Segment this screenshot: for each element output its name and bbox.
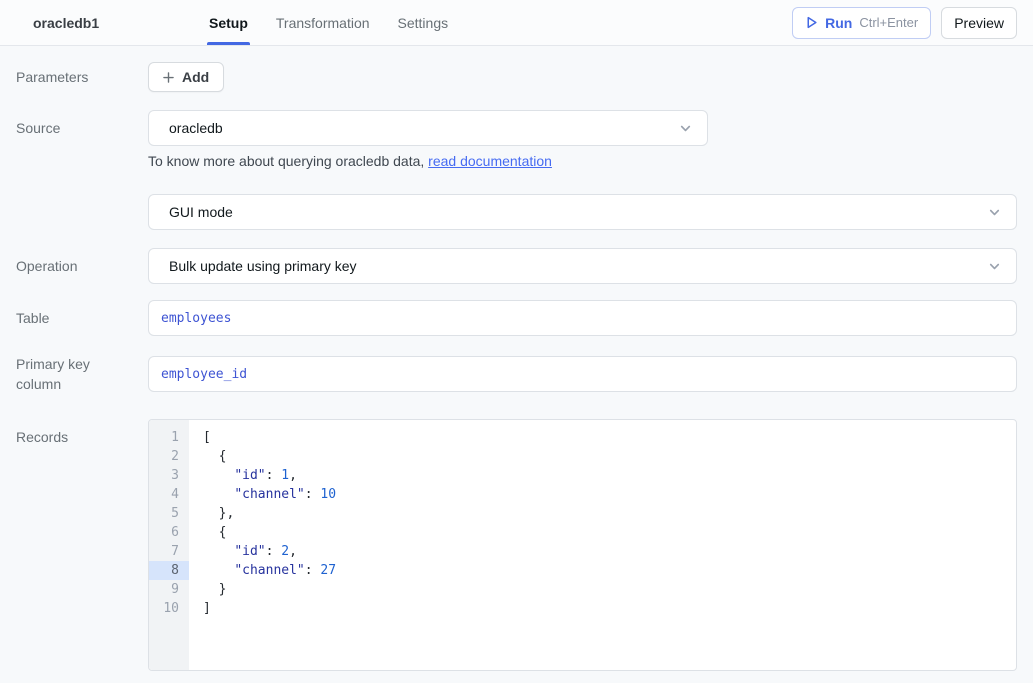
source-row: Source oracledb bbox=[16, 110, 1033, 146]
source-helper-text: To know more about querying oracledb dat… bbox=[148, 153, 1017, 169]
parameters-label: Parameters bbox=[16, 67, 148, 87]
source-select[interactable]: oracledb bbox=[148, 110, 708, 146]
line-number: 1 bbox=[149, 428, 189, 447]
chevron-down-icon bbox=[678, 121, 693, 136]
line-number: 4 bbox=[149, 485, 189, 504]
records-editor[interactable]: 12345678910 [ { "id": 1, "channel": 10 }… bbox=[148, 419, 1017, 671]
line-number: 6 bbox=[149, 523, 189, 542]
query-tabs: Setup Transformation Settings bbox=[195, 0, 462, 45]
line-number: 3 bbox=[149, 466, 189, 485]
records-label: Records bbox=[16, 419, 148, 447]
preview-button-label: Preview bbox=[954, 15, 1004, 31]
read-documentation-link[interactable]: read documentation bbox=[428, 153, 552, 169]
code-line[interactable]: }, bbox=[203, 504, 1008, 523]
code-line[interactable]: ] bbox=[203, 599, 1008, 618]
records-gutter: 12345678910 bbox=[149, 420, 189, 670]
primary-key-row: Primary key column employee_id bbox=[16, 354, 1033, 395]
line-number: 5 bbox=[149, 504, 189, 523]
line-number: 10 bbox=[149, 599, 189, 618]
source-label: Source bbox=[16, 118, 148, 138]
primary-key-input-value: employee_id bbox=[161, 367, 247, 382]
table-row: Table employees bbox=[16, 300, 1033, 336]
chevron-down-icon bbox=[987, 205, 1002, 220]
code-line[interactable]: { bbox=[203, 523, 1008, 542]
run-button-label: Run bbox=[825, 15, 852, 31]
query-setup-panel: Parameters Add Source oracledb To know m… bbox=[0, 62, 1033, 671]
operation-row: Operation Bulk update using primary key bbox=[16, 248, 1033, 284]
mode-row: GUI mode bbox=[16, 194, 1033, 230]
chevron-down-icon bbox=[987, 259, 1002, 274]
table-input[interactable]: employees bbox=[148, 300, 1017, 336]
line-number: 2 bbox=[149, 447, 189, 466]
code-line[interactable]: [ bbox=[203, 428, 1008, 447]
source-helper-prefix: To know more about querying oracledb dat… bbox=[148, 153, 428, 169]
tab-settings[interactable]: Settings bbox=[384, 0, 463, 45]
code-line[interactable]: } bbox=[203, 580, 1008, 599]
code-line[interactable]: "id": 2, bbox=[203, 542, 1008, 561]
source-helper-row: To know more about querying oracledb dat… bbox=[16, 153, 1033, 169]
query-header: oracledb1 Setup Transformation Settings … bbox=[0, 0, 1033, 46]
operation-select[interactable]: Bulk update using primary key bbox=[148, 248, 1017, 284]
tab-transformation[interactable]: Transformation bbox=[262, 0, 384, 45]
parameters-row: Parameters Add bbox=[16, 62, 1033, 92]
records-code[interactable]: [ { "id": 1, "channel": 10 }, { "id": 2,… bbox=[189, 420, 1016, 670]
query-title: oracledb1 bbox=[33, 15, 195, 31]
code-line[interactable]: "channel": 10 bbox=[203, 485, 1008, 504]
tab-setup[interactable]: Setup bbox=[195, 0, 262, 45]
line-number: 9 bbox=[149, 580, 189, 599]
add-parameter-button[interactable]: Add bbox=[148, 62, 224, 92]
header-actions: Run Ctrl+Enter Preview bbox=[792, 7, 1017, 39]
records-row: Records 12345678910 [ { "id": 1, "channe… bbox=[16, 419, 1033, 671]
play-icon bbox=[805, 16, 818, 29]
code-line[interactable]: { bbox=[203, 447, 1008, 466]
primary-key-label: Primary key column bbox=[16, 354, 148, 395]
plus-icon bbox=[163, 72, 174, 83]
source-select-value: oracledb bbox=[169, 120, 678, 136]
line-number: 7 bbox=[149, 542, 189, 561]
primary-key-input[interactable]: employee_id bbox=[148, 356, 1017, 392]
mode-select-value: GUI mode bbox=[169, 204, 987, 220]
code-line[interactable]: "id": 1, bbox=[203, 466, 1008, 485]
run-button[interactable]: Run Ctrl+Enter bbox=[792, 7, 931, 39]
run-shortcut: Ctrl+Enter bbox=[859, 15, 918, 30]
mode-select[interactable]: GUI mode bbox=[148, 194, 1017, 230]
line-number: 8 bbox=[149, 561, 189, 580]
table-input-value: employees bbox=[161, 311, 231, 326]
preview-button[interactable]: Preview bbox=[941, 7, 1017, 39]
table-label: Table bbox=[16, 308, 148, 328]
operation-select-value: Bulk update using primary key bbox=[169, 258, 987, 274]
operation-label: Operation bbox=[16, 256, 148, 276]
code-line[interactable]: "channel": 27 bbox=[203, 561, 1008, 580]
add-parameter-label: Add bbox=[182, 69, 209, 85]
